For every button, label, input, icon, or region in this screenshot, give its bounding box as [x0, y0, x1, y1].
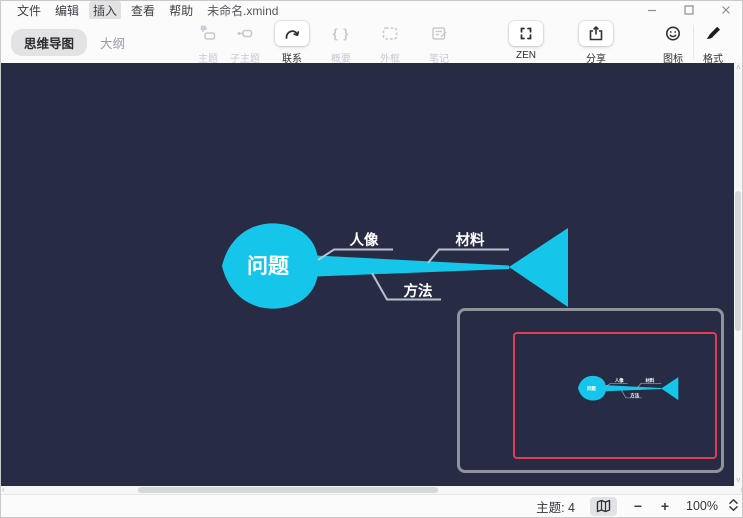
marker-smiley-icon [664, 25, 682, 42]
subtopic-icon [236, 25, 254, 42]
topic-icon [199, 25, 217, 42]
document-filename: 未命名.xmind [207, 2, 278, 19]
tab-outline[interactable]: 大纲 [87, 29, 138, 56]
format-brush-icon [704, 25, 722, 42]
maximize-icon [684, 5, 694, 15]
tool-zen[interactable]: ZEN [502, 21, 550, 61]
horizontal-scrollbar-thumb[interactable] [138, 487, 438, 493]
toolbar: 思维导图 大纲 主题 子主题 [1, 19, 743, 63]
minimap-toggle-button[interactable] [590, 497, 617, 516]
minimap-branch-bottom: 方法 [630, 392, 639, 399]
menu-item-view[interactable]: 查看 [127, 1, 159, 20]
tool-boundary[interactable]: 外框 [366, 21, 414, 65]
minimap-branch-top-right: 材料 [645, 377, 654, 384]
zoom-level: 100% [686, 499, 718, 513]
app-window: 文件 编辑 插入 查看 帮助 未命名.xmind 思维导图 大纲 [0, 0, 743, 518]
horizontal-scrollbar[interactable]: ‹ › [1, 486, 743, 494]
relationship-icon [283, 25, 301, 42]
window-controls [633, 1, 743, 19]
mindmap-canvas[interactable]: 问题 人像 材料 方法 问题 人像 材料 方法 [1, 63, 736, 486]
branch-label-top-right[interactable]: 材料 [456, 231, 485, 249]
menu-bar: 文件 编辑 插入 查看 帮助 未命名.xmind [1, 1, 743, 19]
share-icon [587, 25, 605, 42]
root-topic-label[interactable]: 问题 [247, 255, 290, 278]
minimap-fishbone: 问题 人像 材料 方法 [460, 311, 721, 470]
vertical-scrollbar-thumb[interactable] [735, 191, 741, 331]
zoom-select-button[interactable] [728, 498, 739, 515]
zoom-in-button[interactable]: + [659, 498, 671, 514]
note-icon [430, 25, 448, 42]
tool-subtopic[interactable]: 子主题 [221, 21, 269, 65]
boundary-icon [381, 25, 399, 42]
maximize-button[interactable] [670, 1, 707, 19]
vertical-scrollbar[interactable]: ˄ ˅ [734, 63, 742, 486]
branch-label-bottom[interactable]: 方法 [404, 282, 433, 300]
minimize-icon [647, 5, 657, 15]
updown-chevron-icon [728, 498, 739, 512]
tool-summary[interactable]: { } 概要 [317, 21, 365, 65]
tool-format[interactable]: 格式 [689, 21, 737, 65]
zoom-out-button[interactable]: − [632, 498, 644, 514]
minimap-panel[interactable]: 问题 人像 材料 方法 [457, 308, 724, 473]
tab-mindmap[interactable]: 思维导图 [11, 29, 87, 56]
scroll-left-icon[interactable]: ‹ [2, 486, 5, 494]
scroll-up-icon[interactable]: ˄ [736, 64, 741, 72]
minimize-button[interactable] [633, 1, 670, 19]
view-switcher: 思维导图 大纲 [11, 29, 138, 56]
close-icon [721, 5, 731, 15]
scroll-down-icon[interactable]: ˅ [736, 477, 741, 485]
status-bar: 主题: 4 − + 100% [1, 494, 743, 517]
close-button[interactable] [707, 1, 743, 19]
minimap-root-label: 问题 [587, 385, 596, 392]
menu-item-insert[interactable]: 插入 [89, 1, 121, 20]
menu-item-edit[interactable]: 编辑 [51, 1, 83, 20]
menu-item-file[interactable]: 文件 [13, 1, 45, 20]
tool-share[interactable]: 分享 [572, 21, 620, 65]
zen-icon [517, 25, 535, 42]
minimap-branch-top-left: 人像 [614, 377, 624, 384]
tool-relationship[interactable]: 联系 [268, 21, 316, 65]
branch-label-top-left[interactable]: 人像 [350, 231, 379, 249]
map-icon [596, 499, 611, 513]
summary-icon: { } [333, 26, 350, 41]
menu-item-help[interactable]: 帮助 [165, 1, 197, 20]
topic-count: 主题: 4 [536, 497, 575, 516]
tool-note[interactable]: 笔记 [415, 21, 463, 65]
